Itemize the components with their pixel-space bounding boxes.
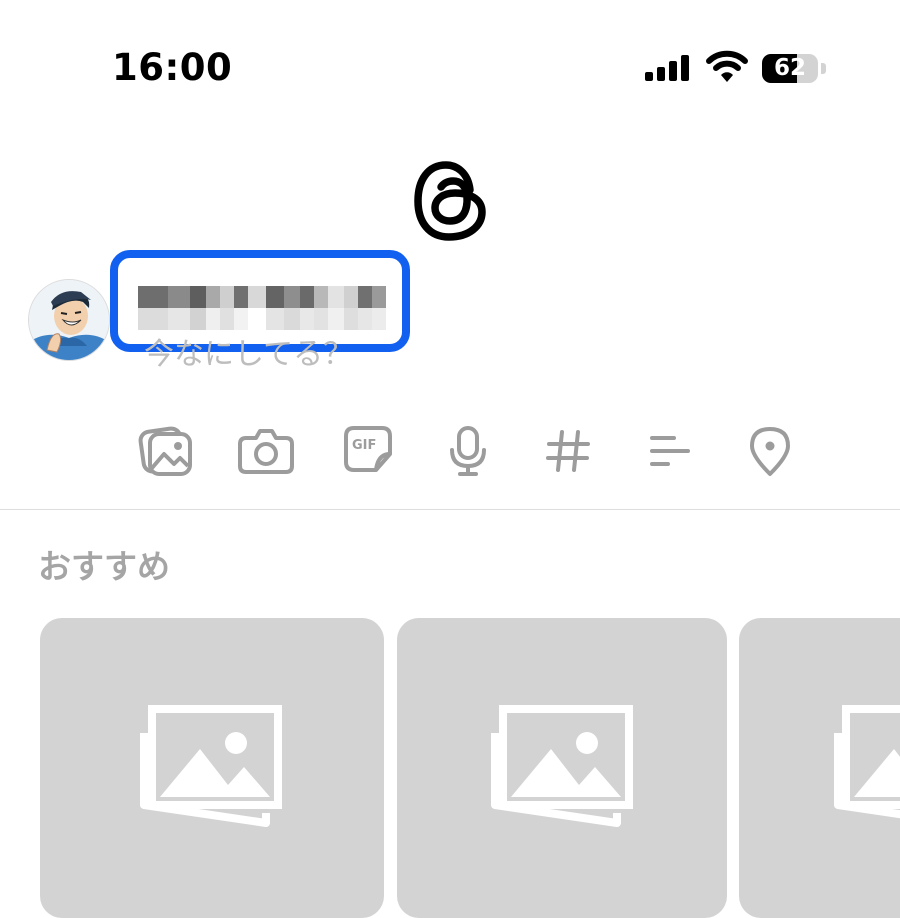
threads-logo-icon <box>414 161 486 241</box>
gallery-icon[interactable] <box>138 420 194 480</box>
cellular-signal-icon <box>645 55 689 81</box>
status-time: 16:00 <box>112 46 233 89</box>
avatar-illustration <box>29 280 109 360</box>
composer-toolbar: GIF <box>0 420 900 480</box>
post-input[interactable]: 今なにしてる？ <box>144 336 353 374</box>
gif-icon[interactable]: GIF <box>340 420 396 480</box>
hashtag-icon[interactable] <box>540 420 596 480</box>
photo-placeholder-icon <box>140 705 282 827</box>
battery-cap <box>821 63 826 74</box>
recommendation-card[interactable] <box>397 618 727 918</box>
section-divider <box>0 509 900 510</box>
status-bar: 16:00 62 <box>0 0 900 120</box>
battery-level: 62 <box>773 55 806 81</box>
wifi-icon <box>706 50 748 82</box>
camera-icon[interactable] <box>238 420 294 480</box>
recommendation-card[interactable] <box>40 618 384 918</box>
photo-placeholder-icon <box>491 705 633 827</box>
recommendation-card[interactable] <box>739 618 900 918</box>
avatar[interactable] <box>28 279 110 361</box>
photo-placeholder-icon <box>834 705 900 819</box>
battery-icon: 62 <box>762 54 818 83</box>
poll-icon[interactable] <box>644 420 700 480</box>
location-pin-icon[interactable] <box>742 420 798 480</box>
gif-icon-label: GIF <box>352 438 376 453</box>
recommendations-title: おすすめ <box>38 547 170 586</box>
microphone-icon[interactable] <box>440 420 496 480</box>
